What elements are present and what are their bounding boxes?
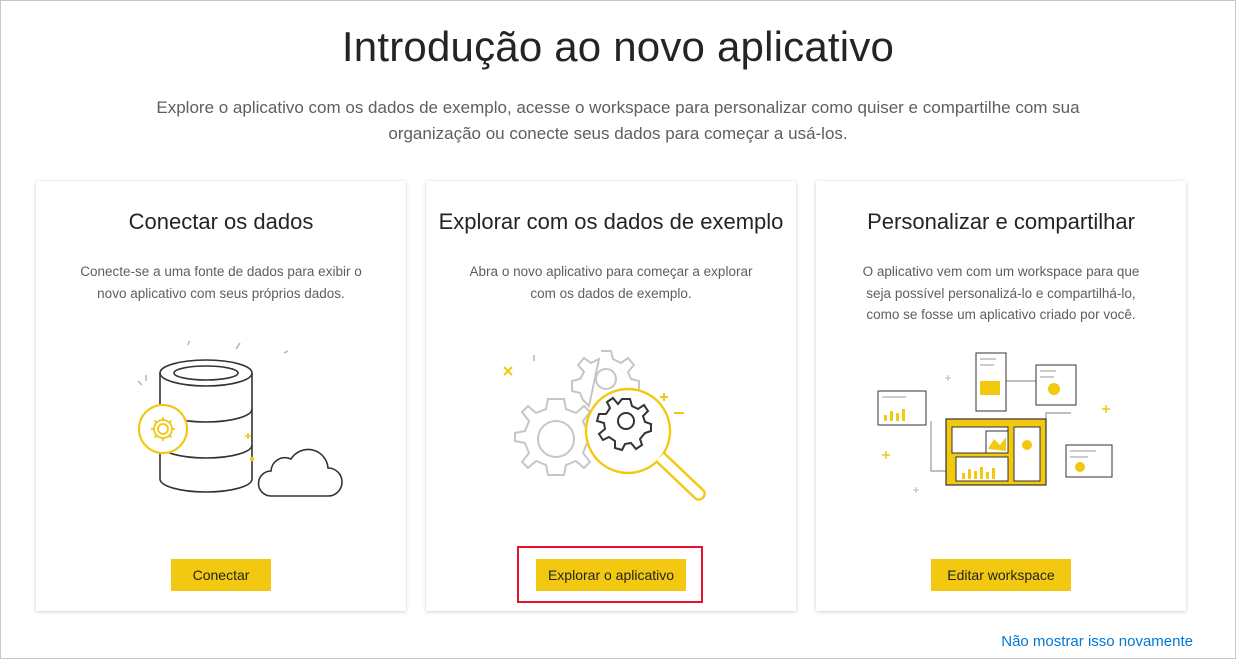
card-title: Personalizar e compartilhar	[867, 209, 1135, 234]
card-description: Conecte-se a uma fonte de dados para exi…	[80, 264, 362, 301]
customize-share-card: Personalizar e compartilhar O aplicativo…	[816, 181, 1186, 611]
gears-magnifier-icon	[503, 350, 706, 501]
highlight-box	[517, 546, 703, 603]
edit-workspace-button[interactable]: Editar workspace	[931, 559, 1071, 591]
connect-button[interactable]: Conectar	[171, 559, 271, 591]
dont-show-again-link[interactable]: Não mostrar isso novamente	[1001, 633, 1193, 650]
page-title: Introdução ao novo aplicativo	[341, 23, 895, 70]
card-description: O aplicativo vem com um workspace para q…	[862, 264, 1140, 322]
card-description: Abra o novo aplicativo para começar a ex…	[469, 264, 753, 301]
connect-data-card: Conectar os dados Conecte-se a uma fonte…	[36, 181, 406, 611]
database-cloud-icon	[137, 341, 343, 497]
card-title: Conectar os dados	[128, 209, 314, 234]
card-title: Explorar com os dados de exemplo	[438, 209, 784, 234]
dashboard-share-icon	[877, 352, 1113, 493]
page-subtitle: Explore o aplicativo com os dados de exe…	[156, 98, 1080, 143]
